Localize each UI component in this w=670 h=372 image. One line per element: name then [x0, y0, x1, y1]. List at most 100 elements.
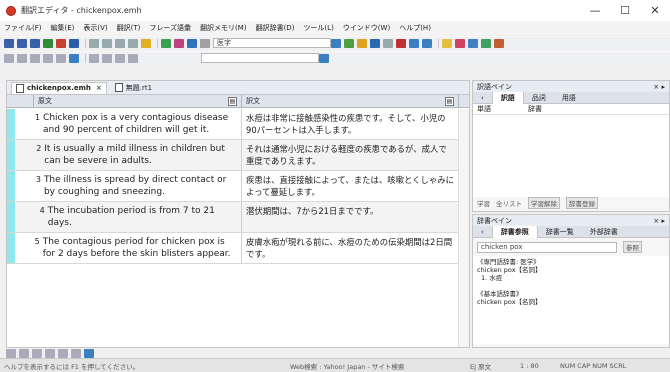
tab-dict-list[interactable]: 辞書一覧: [538, 227, 582, 237]
menu-help[interactable]: ヘルプ(H): [399, 23, 431, 33]
table-row[interactable]: 3 The illness is spread by direct contact…: [7, 171, 459, 202]
translate-play-icon[interactable]: [161, 38, 171, 48]
target-cell[interactable]: それは通常小児における軽度の疾患であるが、成人で重度でありえます。: [242, 140, 459, 170]
new-icon[interactable]: [4, 38, 14, 48]
web-icon[interactable]: [69, 53, 79, 63]
learn-checkbox[interactable]: 学習: [477, 198, 490, 208]
menu-memory[interactable]: 翻訳メモリ(M): [200, 23, 247, 33]
open-icon[interactable]: [17, 38, 27, 48]
tab-pos[interactable]: 品詞: [524, 93, 554, 103]
save-icon[interactable]: [30, 38, 40, 48]
source-cell[interactable]: 3 The illness is spread by direct contact…: [34, 171, 242, 201]
disk-icon[interactable]: [69, 38, 79, 48]
phrase-icon[interactable]: [344, 38, 354, 48]
source-cell[interactable]: 5 The contagious period for chicken pox i…: [34, 233, 242, 263]
all-list-checkbox[interactable]: 全リスト: [496, 198, 522, 208]
note-icon[interactable]: [71, 348, 81, 358]
help-icon[interactable]: [141, 38, 151, 48]
close-tab-icon[interactable]: ×: [96, 84, 102, 92]
unlearn-button[interactable]: 学習解除: [528, 197, 560, 209]
tab-prev-icon[interactable]: ‹: [473, 228, 492, 236]
merge-icon[interactable]: [19, 348, 29, 358]
tab-dict-ref[interactable]: 辞書参照: [491, 225, 538, 238]
compare-icon[interactable]: [422, 38, 432, 48]
settings-icon[interactable]: [494, 38, 504, 48]
dict-pane-icon[interactable]: [481, 38, 491, 48]
tab-prev-icon[interactable]: ‹: [473, 94, 492, 102]
bookmark-icon[interactable]: [115, 53, 125, 63]
target-cell[interactable]: 皮膚水疱が現れる前に、水痘のための伝染期間は2日間です。: [242, 233, 459, 263]
check-icon[interactable]: [409, 38, 419, 48]
target-options-icon[interactable]: ▤: [445, 96, 454, 106]
split-row-icon[interactable]: [32, 348, 42, 358]
tab-term[interactable]: 用語: [554, 93, 584, 103]
recycle-icon[interactable]: [43, 38, 53, 48]
tab-translation[interactable]: 訳語: [491, 91, 524, 104]
menu-phrase[interactable]: フレーズ語彙: [149, 23, 191, 33]
undo-icon[interactable]: [128, 38, 138, 48]
pane-close-icon[interactable]: × ▸: [653, 83, 665, 91]
table-row[interactable]: 1 Chicken pox is a very contagious diseas…: [7, 109, 459, 140]
menu-tools[interactable]: ツール(L): [303, 23, 333, 33]
target-cell[interactable]: 水痘は非常に接触感染性の疾患です。そして、小児の90パーセントは入手します。: [242, 109, 459, 139]
target-cell[interactable]: 潜伏期間は、7から21日までです。: [242, 202, 459, 232]
paste-icon[interactable]: [115, 38, 125, 48]
source-cell[interactable]: 1 Chicken pox is a very contagious diseas…: [34, 109, 242, 139]
window-layout-icon[interactable]: [442, 38, 452, 48]
dict-query-select[interactable]: chicken pox: [477, 241, 617, 253]
pane-toggle-icon[interactable]: [455, 38, 465, 48]
first-icon[interactable]: [30, 53, 40, 63]
dict-results[interactable]: 《専門語辞書: 医学》 chicken pox【名詞】 1. 水痘 《基本語辞書…: [473, 256, 669, 344]
table-row[interactable]: 4 The incubation period is from 7 to 21 d…: [7, 202, 459, 233]
mark-icon[interactable]: [396, 38, 406, 48]
table-row[interactable]: 2 It is usually a mild illness in childre…: [7, 140, 459, 171]
source-cell[interactable]: 4 The incubation period is from 7 to 21 d…: [34, 202, 242, 232]
menu-edit[interactable]: 編集(E): [51, 23, 75, 33]
tab-external-dict[interactable]: 外部辞書: [582, 227, 626, 237]
segment-icon[interactable]: [6, 348, 16, 358]
next-icon[interactable]: [17, 53, 27, 63]
tab-untitled[interactable]: 無題.rt1: [111, 82, 156, 94]
menu-dictionary[interactable]: 翻訳辞書(D): [256, 23, 295, 33]
tab-chickenpox[interactable]: chickenpox.emh ×: [11, 81, 107, 94]
menu-translate[interactable]: 翻訳(T): [117, 23, 141, 33]
lock-icon[interactable]: [45, 348, 55, 358]
highlight-icon[interactable]: [357, 38, 367, 48]
table-row[interactable]: 5 The contagious period for chicken pox i…: [7, 233, 459, 264]
grid-scrollbar[interactable]: [458, 109, 469, 347]
jump-icon[interactable]: [56, 53, 66, 63]
view-icon[interactable]: [84, 348, 94, 358]
format-icon[interactable]: [331, 38, 341, 48]
cut-icon[interactable]: [89, 38, 99, 48]
menu-view[interactable]: 表示(V): [83, 23, 107, 33]
source-options-icon[interactable]: ▤: [228, 96, 237, 106]
tag-icon[interactable]: [128, 53, 138, 63]
maximize-button[interactable]: ☐: [610, 0, 640, 21]
flag-icon[interactable]: [58, 348, 68, 358]
translation-list[interactable]: [473, 115, 669, 197]
minimize-button[interactable]: —: [580, 0, 610, 21]
split-icon[interactable]: [383, 38, 393, 48]
stop-icon[interactable]: [56, 38, 66, 48]
menu-file[interactable]: ファイル(F): [4, 23, 42, 33]
search-input[interactable]: [201, 53, 319, 63]
translate-all-icon[interactable]: [174, 38, 184, 48]
last-icon[interactable]: [43, 53, 53, 63]
pane-view-icon[interactable]: [468, 38, 478, 48]
dictionary-icon[interactable]: [187, 38, 197, 48]
register-dict-button[interactable]: 辞書登録: [566, 197, 598, 209]
list-icon[interactable]: [200, 38, 210, 48]
pane-close-icon[interactable]: × ▸: [653, 217, 665, 225]
find-icon[interactable]: [89, 53, 99, 63]
target-cell[interactable]: 疾患は、直接接触によって、または、咳嗽とくしゃみによって蔓延します。: [242, 171, 459, 201]
close-button[interactable]: ✕: [640, 0, 670, 21]
font-select[interactable]: 医字: [213, 38, 331, 48]
reference-button[interactable]: 参照: [623, 241, 642, 253]
copy-icon[interactable]: [102, 38, 112, 48]
replace-icon[interactable]: [102, 53, 112, 63]
search-icon[interactable]: [319, 53, 329, 63]
menu-window[interactable]: ウインドウ(W): [343, 23, 390, 33]
prev-icon[interactable]: [4, 53, 14, 63]
memory-icon[interactable]: [370, 38, 380, 48]
source-cell[interactable]: 2 It is usually a mild illness in childre…: [34, 140, 242, 170]
